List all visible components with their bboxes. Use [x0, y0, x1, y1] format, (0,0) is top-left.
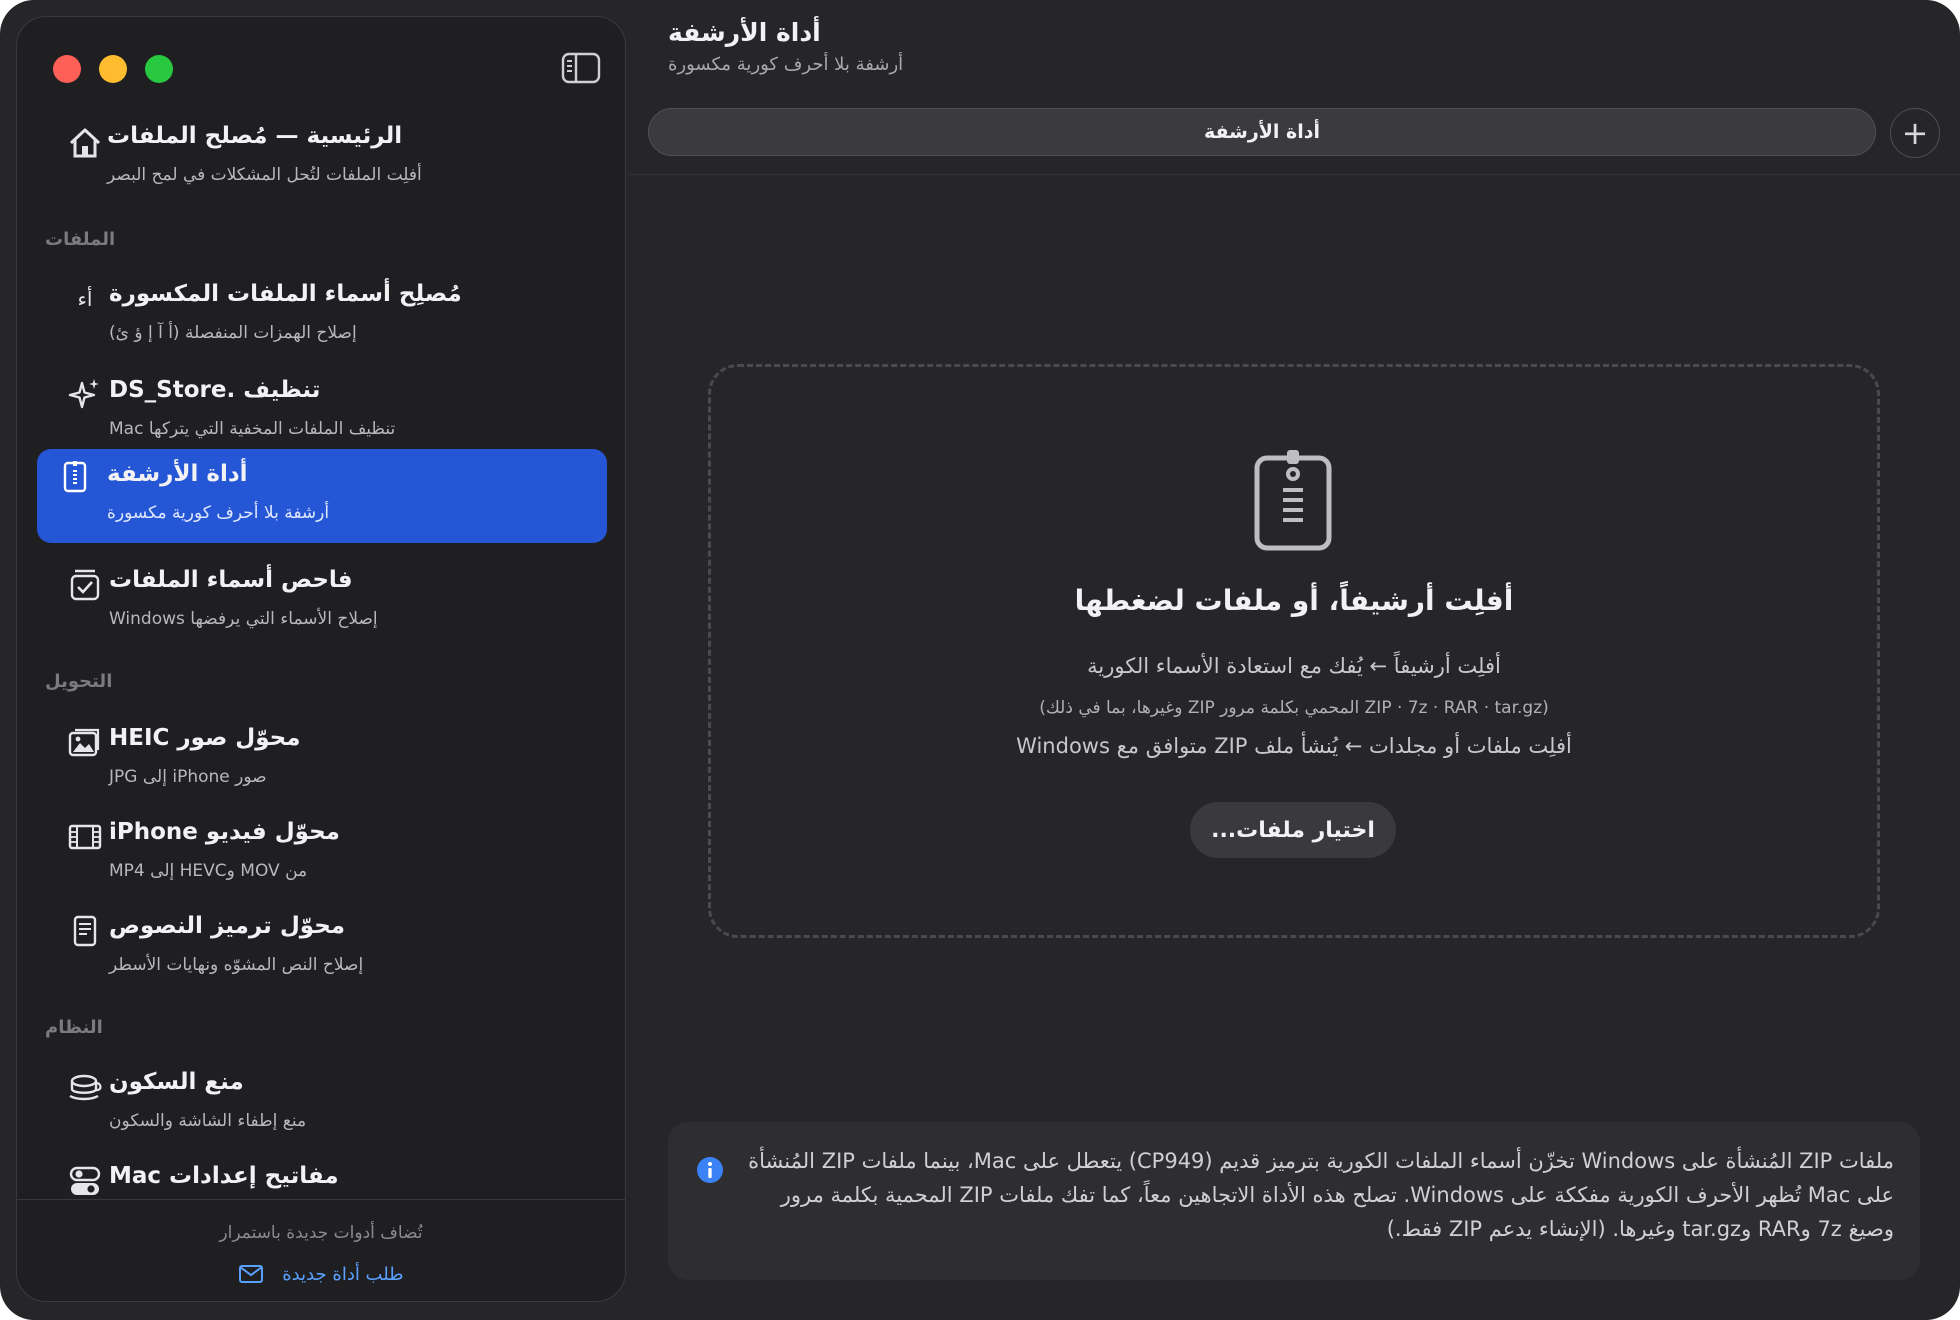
app-window: الرئيسية — مُصلح الملفات أفلِت الملفات ل… — [0, 0, 1960, 1320]
sidebar-item-broken-names[interactable]: أء مُصلِح أسماء الملفات المكسورة إصلاح ا… — [37, 267, 607, 361]
tab-archive-tool[interactable]: أداة الأرشفة — [648, 108, 1876, 156]
photos-icon — [68, 728, 100, 757]
drop-zone-line-3: أفلِت ملفات أو مجلدات ← يُنشأ ملف ZIP مت… — [1016, 734, 1572, 758]
zip-file-icon — [63, 461, 87, 493]
sidebar-item-mac-settings[interactable]: مفاتيح إعدادات Mac — [37, 1149, 607, 1199]
sidebar-item-subtitle: إصلاح الأسماء التي يرفضها Windows — [109, 609, 378, 629]
sidebar-item-title: أداة الأرشفة — [107, 461, 248, 487]
envelope-icon — [239, 1265, 264, 1283]
sidebar-item-ds-store[interactable]: تنظيف .DS_Store تنظيف الملفات المخفية ال… — [37, 363, 607, 457]
sidebar-item-text-encoding[interactable]: محوّل ترميز النصوص إصلاح النص المشوّه ون… — [37, 899, 607, 993]
sidebar-item-prevent-sleep[interactable]: منع السكون منع إطفاء الشاشة والسكون — [37, 1055, 607, 1149]
sidebar-item-title: محوّل ترميز النصوص — [109, 913, 346, 939]
film-icon — [68, 824, 102, 850]
sidebar-item-title: مُصلِح أسماء الملفات المكسورة — [109, 281, 462, 307]
sidebar-item-archive-tool[interactable]: أداة الأرشفة أرشفة بلا أحرف كورية مكسورة — [37, 449, 607, 543]
info-panel: ملفات ZIP المُنشأة على Windows تخزّن أسم… — [668, 1122, 1920, 1280]
sidebar: الرئيسية — مُصلح الملفات أفلِت الملفات ل… — [16, 16, 626, 1302]
drop-zone-line-2: (ZIP · 7z · RAR · tar.gz المحمي بكلمة مر… — [1039, 698, 1549, 718]
request-tool-link[interactable]: طلب أداة جديدة — [17, 1263, 625, 1285]
sidebar-item-subtitle: تنظيف الملفات المخفية التي يتركها Mac — [109, 419, 396, 439]
coffee-cup-icon — [69, 1074, 102, 1101]
section-label-conversion: التحويل — [45, 671, 113, 692]
sidebar-item-title: محوّل صور HEIC — [109, 725, 301, 751]
sidebar-item-home[interactable]: الرئيسية — مُصلح الملفات أفلِت الملفات ل… — [37, 109, 607, 203]
zoom-window-button[interactable] — [145, 55, 173, 83]
sidebar-item-subtitle: أرشفة بلا أحرف كورية مكسورة — [107, 503, 330, 523]
sidebar-item-title: تنظيف .DS_Store — [109, 377, 321, 403]
document-icon — [73, 915, 97, 947]
sidebar-item-title: منع السكون — [109, 1069, 244, 1095]
minimize-window-button[interactable] — [99, 55, 127, 83]
footer-note: تُضاف أدوات جديدة باستمرار — [219, 1223, 423, 1243]
choose-files-button[interactable]: اختيار ملفات... — [1190, 802, 1396, 858]
page-subtitle: أرشفة بلا أحرف كورية مكسورة — [668, 54, 904, 75]
house-icon — [69, 128, 101, 158]
section-label-files: الملفات — [45, 229, 116, 250]
sidebar-item-subtitle: إصلاح الهمزات المنفصلة (أ آ إ ؤ ئ) — [109, 323, 357, 343]
sidebar-item-subtitle: منع إطفاء الشاشة والسكون — [109, 1111, 307, 1131]
header-divider — [628, 174, 1960, 175]
sidebar-divider — [17, 1199, 625, 1200]
sidebar-item-heic[interactable]: محوّل صور HEIC صور iPhone إلى JPG — [37, 711, 607, 805]
checkbox-tray-icon — [70, 569, 100, 601]
sidebar-item-title: مفاتيح إعدادات Mac — [109, 1163, 339, 1189]
info-text: ملفات ZIP المُنشأة على Windows تخزّن أسم… — [748, 1149, 1894, 1241]
plus-icon: + — [1901, 114, 1929, 152]
page-title: أداة الأرشفة — [668, 18, 821, 47]
sidebar-item-subtitle: صور iPhone إلى JPG — [109, 767, 267, 787]
drop-zone-title: أفلِت أرشيفاً، أو ملفات لضغطها — [1074, 584, 1514, 617]
request-tool-label: طلب أداة جديدة — [282, 1263, 404, 1285]
text-glyph-icon: أء — [77, 287, 93, 311]
sidebar-item-subtitle: إصلاح النص المشوّه ونهايات الأسطر — [109, 955, 364, 975]
sidebar-item-title: محوّل فيديو iPhone — [109, 819, 340, 845]
sidebar-item-title: فاحص أسماء الملفات — [109, 567, 353, 593]
sidebar-item-title: الرئيسية — مُصلح الملفات — [107, 123, 403, 149]
sidebar-toggle-icon[interactable] — [561, 51, 601, 85]
toggles-icon — [69, 1166, 101, 1195]
sidebar-item-filename-checker[interactable]: فاحص أسماء الملفات إصلاح الأسماء التي ير… — [37, 553, 607, 647]
sidebar-item-subtitle: من MOV وHEVC إلى MP4 — [109, 861, 308, 881]
tab-label: أداة الأرشفة — [1203, 121, 1321, 143]
sidebar-item-iphone-video[interactable]: محوّل فيديو iPhone من MOV وHEVC إلى MP4 — [37, 805, 607, 899]
info-icon — [697, 1157, 723, 1183]
drop-zone-line-1: أفلِت أرشيفاً ← يُفك مع استعادة الأسماء … — [1087, 654, 1501, 678]
sidebar-item-subtitle: أفلِت الملفات لتُحل المشكلات في لمح البص… — [107, 165, 422, 185]
sparkles-icon — [68, 379, 99, 409]
zip-file-icon — [1254, 450, 1332, 551]
section-label-system: النظام — [45, 1017, 103, 1038]
add-tab-button[interactable]: + — [1890, 108, 1940, 158]
close-window-button[interactable] — [53, 55, 81, 83]
